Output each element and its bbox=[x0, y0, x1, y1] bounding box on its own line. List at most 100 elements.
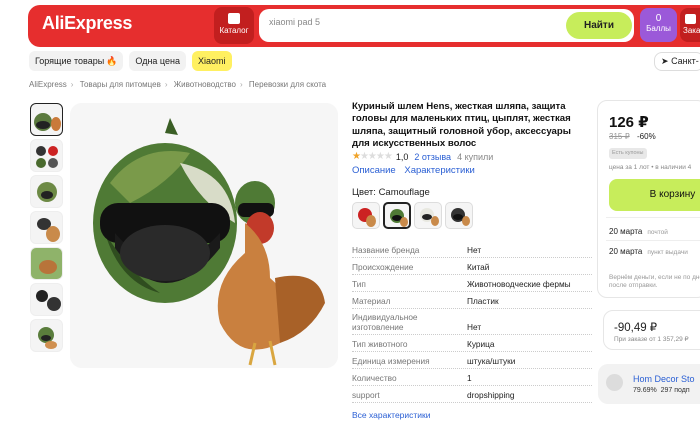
breadcrumb: AliExpress › Товары для питомцев › Животно… bbox=[29, 80, 326, 89]
header: AliExpress Каталог Найти 0 Баллы Зака bbox=[0, 0, 700, 50]
catalog-icon bbox=[228, 13, 240, 24]
spec-row: Материал Пластик bbox=[352, 292, 592, 309]
quick-chips: Горящие товары 🔥 Одна цена Xiaomi bbox=[29, 51, 232, 71]
store-followers: 297 подп bbox=[660, 387, 690, 394]
spec-value: штука/штуки bbox=[467, 356, 516, 366]
fire-icon: 🔥 bbox=[106, 56, 118, 66]
delivery-date: 20 марта bbox=[609, 247, 643, 256]
catalog-button[interactable]: Каталог bbox=[214, 7, 254, 44]
spec-value: Китай bbox=[467, 262, 490, 272]
store-stats: 79.69% 297 подп bbox=[633, 387, 690, 394]
thumbnail[interactable] bbox=[30, 103, 63, 136]
thumbnail[interactable] bbox=[30, 319, 63, 352]
spec-value: Пластик bbox=[467, 296, 499, 306]
delivery-type: почтой bbox=[647, 229, 668, 236]
helmet-front-thumb-image bbox=[37, 182, 57, 202]
coupon-condition: При заказе от 1 357,29 ₽ bbox=[614, 336, 689, 343]
coupons-badge: Есть купоны bbox=[609, 148, 647, 159]
spec-value: 1 bbox=[467, 373, 472, 383]
spec-value: dropshipping bbox=[467, 390, 515, 400]
spec-row: Тип Животноводческие фермы bbox=[352, 275, 592, 292]
helmet-side-thumb-image bbox=[38, 327, 57, 349]
logo[interactable]: AliExpress bbox=[42, 13, 132, 34]
spec-row: Название бренда Нет bbox=[352, 241, 592, 258]
chevron-right-icon: › bbox=[70, 80, 74, 89]
thumbnail[interactable] bbox=[30, 139, 63, 172]
spec-value: Курица bbox=[467, 339, 495, 349]
thumbnail[interactable] bbox=[30, 247, 63, 280]
breadcrumb-item[interactable]: Животноводство bbox=[174, 80, 236, 89]
color-swatch-white[interactable] bbox=[414, 202, 442, 229]
breadcrumb-item[interactable]: Перевозки для скота bbox=[249, 80, 326, 89]
spec-key: Единица измерения bbox=[352, 356, 430, 366]
add-to-cart-button[interactable]: В корзину bbox=[609, 179, 700, 211]
orders-button[interactable]: Зака bbox=[680, 8, 700, 42]
store-name[interactable]: Hom Decor Sto bbox=[633, 374, 695, 384]
star-icon: ★ bbox=[352, 151, 361, 162]
unit-price: цена за 1 лот • в наличии 4 bbox=[609, 164, 692, 171]
chip-xiaomi[interactable]: Xiaomi bbox=[191, 51, 232, 71]
delivery-date: 20 марта bbox=[609, 227, 643, 236]
delivery-type: пункт выдачи bbox=[647, 249, 688, 256]
thumbnail[interactable] bbox=[30, 211, 63, 244]
rating-value: 1,0 bbox=[395, 151, 409, 162]
city-selector[interactable]: ➤ Санкт- bbox=[654, 52, 700, 71]
spec-row: Тип животного Курица bbox=[352, 335, 592, 352]
city-label: Санкт- bbox=[671, 56, 699, 66]
store-rating: 79.69% bbox=[633, 387, 657, 394]
spec-row: Количество 1 bbox=[352, 369, 592, 386]
points-button[interactable]: 0 Баллы bbox=[640, 8, 677, 42]
bought-count: 4 купили bbox=[457, 151, 494, 162]
spec-value: Нет bbox=[467, 322, 482, 332]
refund-note: Вернём деньги, если не по дней после отп… bbox=[609, 274, 700, 289]
color-swatch-red[interactable] bbox=[352, 202, 380, 229]
color-swatch-camouflage[interactable] bbox=[383, 202, 411, 229]
breadcrumb-item[interactable]: AliExpress bbox=[29, 80, 67, 89]
store-card[interactable]: Hom Decor Sto 79.69% 297 подп bbox=[598, 364, 700, 404]
spec-key: Тип bbox=[352, 279, 366, 289]
search-input[interactable] bbox=[269, 17, 559, 27]
tab-specs[interactable]: Характеристики bbox=[404, 165, 474, 176]
orders-label: Зака bbox=[683, 26, 700, 35]
chip-label: Одна цена bbox=[135, 56, 180, 66]
chip-one-price[interactable]: Одна цена bbox=[129, 51, 186, 71]
spec-key: Тип животного bbox=[352, 339, 408, 349]
chevron-right-icon: › bbox=[239, 80, 243, 89]
divider bbox=[606, 240, 700, 241]
main-product-image[interactable] bbox=[70, 103, 338, 368]
spec-key: Индивидуальное изготовление bbox=[352, 312, 418, 332]
reviews-link[interactable]: 2 отзыва bbox=[414, 152, 451, 162]
specs-table: Название бренда Нет Происхождение Китай Ти… bbox=[352, 241, 592, 403]
all-specs-link[interactable]: Все характеристики bbox=[352, 410, 431, 420]
thumbnail[interactable] bbox=[30, 283, 63, 316]
spec-key: Происхождение bbox=[352, 262, 414, 272]
points-label: Баллы bbox=[646, 24, 671, 33]
catalog-label: Каталог bbox=[219, 26, 249, 35]
tab-description[interactable]: Описание bbox=[352, 165, 396, 176]
points-value: 0 bbox=[655, 13, 662, 24]
price: 126 ₽ bbox=[609, 114, 649, 131]
divider bbox=[606, 217, 700, 218]
coupon-value: -90,49 ₽ bbox=[614, 322, 658, 334]
color-swatches bbox=[352, 202, 473, 229]
spec-key: Название бренда bbox=[352, 245, 420, 255]
spec-value: Нет bbox=[467, 245, 482, 255]
chip-label: Xiaomi bbox=[197, 56, 226, 66]
chip-hot-deals[interactable]: Горящие товары 🔥 bbox=[29, 51, 124, 71]
search-button[interactable]: Найти bbox=[566, 12, 632, 39]
chip-label: Горящие товары bbox=[35, 56, 105, 66]
location-icon: ➤ bbox=[661, 56, 669, 66]
chevron-right-icon: › bbox=[164, 80, 168, 89]
helmet-thumb-image bbox=[34, 113, 61, 131]
spec-key: Количество bbox=[352, 373, 397, 383]
thumbnail[interactable] bbox=[30, 175, 63, 208]
color-swatch-black[interactable] bbox=[445, 202, 473, 229]
product-photo bbox=[70, 103, 338, 368]
coupon-card[interactable]: -90,49 ₽ При заказе от 1 357,29 ₽ bbox=[603, 310, 700, 350]
rating-row: ★★★★★ 1,0 2 отзыва 4 купили bbox=[352, 151, 493, 162]
breadcrumb-item[interactable]: Товары для питомцев bbox=[80, 80, 161, 89]
old-price: 315 ₽ bbox=[609, 132, 630, 141]
buy-box: 126 ₽ 315 ₽ -60% Есть купоны цена за 1 л… bbox=[597, 100, 700, 298]
delivery-option[interactable]: 20 марта пункт выдачи bbox=[609, 247, 688, 256]
delivery-option[interactable]: 20 марта почтой bbox=[609, 227, 668, 236]
